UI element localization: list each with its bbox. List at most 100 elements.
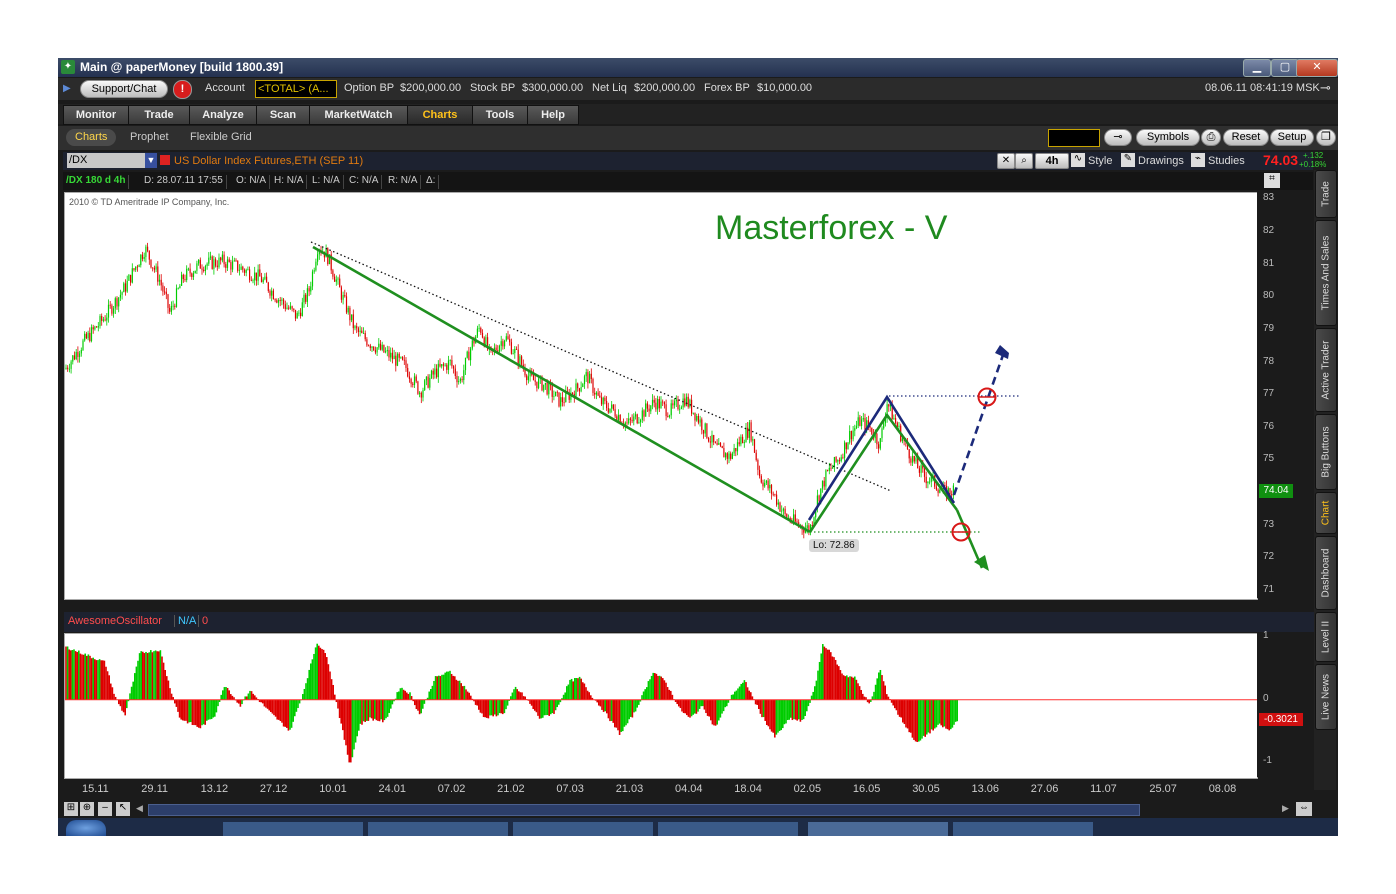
- symbol-dropdown-icon[interactable]: ▼: [145, 153, 157, 168]
- ao-bar: [356, 699, 358, 737]
- ao-bar: [948, 699, 950, 731]
- candle-body: [271, 290, 273, 296]
- ao-bar: [554, 699, 557, 711]
- alert-button[interactable]: !: [173, 80, 192, 99]
- candle-body: [410, 378, 412, 384]
- dock-tab-times-and-sales[interactable]: Times And Sales: [1315, 220, 1337, 326]
- candle-body: [764, 482, 766, 487]
- style-button[interactable]: Style: [1088, 155, 1112, 167]
- minimize-button[interactable]: ▁: [1243, 59, 1271, 77]
- ao-bar: [721, 699, 723, 714]
- tab-monitor[interactable]: Monitor: [63, 105, 129, 125]
- oscillator-panel[interactable]: [64, 633, 1258, 779]
- expand-icon[interactable]: ⊸: [1320, 80, 1331, 96]
- price-chart-panel[interactable]: 2010 © TD Ameritrade IP Company, Inc. Ma…: [64, 192, 1258, 600]
- ao-bar: [521, 692, 523, 700]
- taskbar-item[interactable]: [513, 822, 653, 836]
- dock-tab-active-trader[interactable]: Active Trader: [1315, 328, 1337, 412]
- scroll-right-icon[interactable]: ▶: [1282, 803, 1289, 814]
- expand-horizontal-icon[interactable]: ⇔: [1296, 802, 1312, 816]
- dock-tab-live-news[interactable]: Live News: [1315, 664, 1337, 730]
- app-window: ✦ Main @ paperMoney [build 1800.39] ▁ ▢ …: [58, 58, 1338, 836]
- dock-tab-trade[interactable]: Trade: [1315, 170, 1337, 218]
- taskbar-item[interactable]: [808, 822, 948, 836]
- title-bar[interactable]: ✦ Main @ paperMoney [build 1800.39] ▁ ▢ …: [58, 58, 1338, 77]
- candle-body: [580, 387, 582, 392]
- setup-button[interactable]: Setup: [1270, 129, 1314, 146]
- candle-body: [138, 265, 140, 268]
- tab-tools[interactable]: Tools: [472, 105, 528, 125]
- candle-body: [391, 352, 393, 360]
- maximize-button[interactable]: ▢: [1271, 59, 1299, 77]
- studies-button[interactable]: Studies: [1208, 155, 1245, 167]
- tab-analyze[interactable]: Analyze: [189, 105, 257, 125]
- ao-bar: [734, 691, 736, 700]
- zoom-icon[interactable]: ⌕: [1015, 153, 1033, 169]
- ao-bar: [681, 699, 683, 712]
- detach-icon[interactable]: ❐: [1316, 129, 1336, 146]
- support-chat-button[interactable]: Support/Chat: [80, 80, 168, 98]
- dock-tab-dashboard[interactable]: Dashboard: [1315, 536, 1337, 610]
- print-icon[interactable]: ⎙: [1201, 129, 1221, 146]
- link-icon[interactable]: ⊸: [1104, 129, 1132, 146]
- candle-body: [381, 344, 383, 350]
- crosshair-icon[interactable]: ✕: [997, 153, 1015, 169]
- candle-body: [361, 330, 363, 334]
- symbol-input[interactable]: /DX: [67, 153, 145, 168]
- candle-body: [107, 304, 110, 318]
- ao-bar: [814, 686, 816, 700]
- start-orb-icon[interactable]: [66, 820, 106, 836]
- chart-settings-icon[interactable]: ⌗: [1264, 173, 1280, 188]
- tab-marketwatch[interactable]: MarketWatch: [309, 105, 408, 125]
- ao-bar: [428, 691, 430, 700]
- subtab-prophet[interactable]: Prophet: [130, 131, 169, 143]
- candle-body: [269, 290, 271, 296]
- dock-tab-level-ii[interactable]: Level II: [1315, 612, 1337, 662]
- taskbar-item[interactable]: [953, 822, 1093, 836]
- dock-tab-chart[interactable]: Chart: [1315, 492, 1337, 534]
- scroll-left-icon[interactable]: ◀: [136, 803, 143, 814]
- taskbar-item[interactable]: [368, 822, 508, 836]
- tab-scan[interactable]: Scan: [256, 105, 310, 125]
- ao-bar: [906, 699, 909, 729]
- candle-body: [918, 468, 920, 473]
- candle-body: [272, 290, 274, 300]
- pointer-icon[interactable]: ↖: [116, 802, 130, 816]
- candle-body: [912, 455, 914, 463]
- dock-tab-big-buttons[interactable]: Big Buttons: [1315, 414, 1337, 490]
- candle-body: [116, 298, 118, 307]
- ao-bar: [388, 699, 390, 713]
- close-button[interactable]: ✕: [1296, 59, 1338, 77]
- style-icon[interactable]: ∿: [1071, 153, 1085, 167]
- ao-bar: [106, 671, 109, 700]
- tab-charts[interactable]: Charts: [407, 105, 473, 125]
- ao-bar: [490, 699, 493, 716]
- candle-body: [68, 368, 70, 370]
- candle-body: [461, 379, 463, 381]
- zoom-out-icon[interactable]: –: [98, 802, 112, 816]
- reset-button[interactable]: Reset: [1223, 129, 1269, 146]
- ao-bar: [94, 659, 96, 700]
- account-selector[interactable]: <TOTAL> (A...: [255, 80, 337, 98]
- timeframe-button[interactable]: 4h: [1035, 153, 1069, 169]
- grid-icon[interactable]: ⊞: [64, 802, 78, 816]
- ao-bar: [254, 695, 256, 700]
- color-swatch[interactable]: [1048, 129, 1100, 147]
- symbols-button[interactable]: Symbols: [1136, 129, 1200, 146]
- ao-bar: [852, 677, 854, 700]
- candle-body: [228, 259, 230, 263]
- drawings-icon[interactable]: ✎: [1121, 153, 1135, 167]
- candle-body: [534, 380, 536, 382]
- drawings-button[interactable]: Drawings: [1138, 155, 1184, 167]
- taskbar-item[interactable]: [658, 822, 798, 836]
- candle-body: [563, 402, 565, 403]
- tab-trade[interactable]: Trade: [128, 105, 190, 125]
- taskbar-item[interactable]: [223, 822, 363, 836]
- candle-body: [876, 433, 878, 445]
- tab-help[interactable]: Help: [527, 105, 579, 125]
- subtab-charts[interactable]: Charts: [75, 131, 107, 143]
- zoom-in-icon[interactable]: ⊕: [80, 802, 94, 816]
- horizontal-scrollbar[interactable]: [148, 804, 1140, 816]
- subtab-flexible-grid[interactable]: Flexible Grid: [190, 131, 252, 143]
- studies-icon[interactable]: ⌁: [1191, 153, 1205, 167]
